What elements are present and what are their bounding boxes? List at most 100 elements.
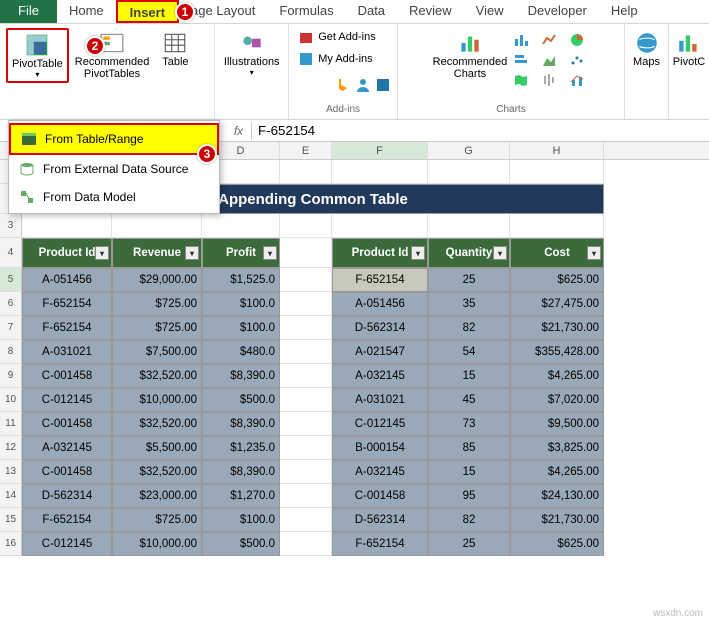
row-header[interactable]: 13: [0, 460, 22, 484]
table-cell[interactable]: C-001458: [22, 364, 112, 388]
table-cell[interactable]: $24,130.00: [510, 484, 604, 508]
tab-view[interactable]: View: [464, 0, 516, 23]
row-header[interactable]: 12: [0, 436, 22, 460]
recommended-charts-button[interactable]: Recommended Charts: [429, 28, 512, 82]
from-table-range-item[interactable]: From Table/Range: [9, 123, 219, 155]
table-cell[interactable]: $625.00: [510, 268, 604, 292]
table-cell[interactable]: $625.00: [510, 532, 604, 556]
table-cell[interactable]: $1,235.0: [202, 436, 280, 460]
table-cell[interactable]: $3,825.00: [510, 436, 604, 460]
table-header[interactable]: Product Id▾: [22, 238, 112, 268]
table-cell[interactable]: 82: [428, 316, 510, 340]
table-cell[interactable]: $355,428.00: [510, 340, 604, 364]
table-cell[interactable]: A-031021: [22, 340, 112, 364]
col-h[interactable]: H: [510, 142, 604, 159]
table-cell[interactable]: $480.0: [202, 340, 280, 364]
bing-icon[interactable]: [335, 77, 351, 93]
row-header[interactable]: 8: [0, 340, 22, 364]
tab-page-layout[interactable]: age Layout: [179, 0, 267, 23]
table-cell[interactable]: $32,520.00: [112, 460, 202, 484]
illustrations-button[interactable]: Illustrations ▾: [220, 28, 284, 79]
cell[interactable]: [428, 214, 510, 238]
table-cell[interactable]: F-652154: [332, 268, 428, 292]
chart-bar-icon[interactable]: [513, 52, 529, 68]
chart-pie-icon[interactable]: [569, 32, 585, 48]
cell[interactable]: [280, 160, 332, 184]
table-cell[interactable]: D-562314: [332, 508, 428, 532]
get-addins-button[interactable]: Get Add-ins: [295, 28, 391, 46]
table-cell[interactable]: $5,500.00: [112, 436, 202, 460]
table-header[interactable]: Revenue▾: [112, 238, 202, 268]
filter-dropdown-icon[interactable]: ▾: [185, 246, 199, 260]
cell[interactable]: [280, 508, 332, 532]
table-cell[interactable]: $23,000.00: [112, 484, 202, 508]
table-cell[interactable]: 82: [428, 508, 510, 532]
table-cell[interactable]: $21,730.00: [510, 316, 604, 340]
table-cell[interactable]: $32,520.00: [112, 364, 202, 388]
from-external-item[interactable]: From External Data Source: [9, 155, 219, 183]
cell[interactable]: [280, 532, 332, 556]
row-header[interactable]: 10: [0, 388, 22, 412]
cell[interactable]: [280, 268, 332, 292]
row-header[interactable]: 11: [0, 412, 22, 436]
table-cell[interactable]: $725.00: [112, 508, 202, 532]
table-cell[interactable]: C-012145: [22, 388, 112, 412]
col-g[interactable]: G: [428, 142, 510, 159]
table-cell[interactable]: $100.0: [202, 508, 280, 532]
cell[interactable]: [428, 160, 510, 184]
chart-area-icon[interactable]: [541, 52, 557, 68]
table-cell[interactable]: $9,500.00: [510, 412, 604, 436]
cell[interactable]: [332, 214, 428, 238]
table-cell[interactable]: $27,475.00: [510, 292, 604, 316]
tab-home[interactable]: Home: [57, 0, 116, 23]
table-cell[interactable]: $4,265.00: [510, 460, 604, 484]
table-cell[interactable]: D-562314: [332, 316, 428, 340]
table-cell[interactable]: A-032145: [332, 460, 428, 484]
fx-icon[interactable]: fx: [226, 122, 252, 140]
table-cell[interactable]: A-031021: [332, 388, 428, 412]
chart-stock-icon[interactable]: [541, 72, 557, 88]
row-header[interactable]: 14: [0, 484, 22, 508]
table-cell[interactable]: $10,000.00: [112, 532, 202, 556]
tab-help[interactable]: Help: [599, 0, 650, 23]
table-header[interactable]: Product Id▾: [332, 238, 428, 268]
row-header[interactable]: 4: [0, 238, 22, 268]
table-cell[interactable]: $7,020.00: [510, 388, 604, 412]
table-header[interactable]: Profit▾: [202, 238, 280, 268]
table-cell[interactable]: C-001458: [22, 412, 112, 436]
table-cell[interactable]: 45: [428, 388, 510, 412]
cell[interactable]: [510, 214, 604, 238]
table-header[interactable]: Quantity▾: [428, 238, 510, 268]
table-cell[interactable]: $725.00: [112, 292, 202, 316]
table-cell[interactable]: D-562314: [22, 484, 112, 508]
table-cell[interactable]: 25: [428, 268, 510, 292]
cell[interactable]: [280, 340, 332, 364]
table-cell[interactable]: C-012145: [332, 412, 428, 436]
table-cell[interactable]: 95: [428, 484, 510, 508]
table-cell[interactable]: C-001458: [22, 460, 112, 484]
table-button[interactable]: Table: [155, 28, 195, 83]
tab-data[interactable]: Data: [346, 0, 397, 23]
cell[interactable]: [280, 214, 332, 238]
maps-button[interactable]: Maps: [627, 28, 667, 70]
table-header[interactable]: Cost▾: [510, 238, 604, 268]
cell[interactable]: [332, 160, 428, 184]
cell[interactable]: [280, 388, 332, 412]
chart-map-icon[interactable]: [513, 72, 529, 88]
tab-insert[interactable]: Insert: [116, 0, 179, 23]
tab-formulas[interactable]: Formulas: [267, 0, 345, 23]
cell[interactable]: [22, 214, 112, 238]
table-cell[interactable]: A-051456: [22, 268, 112, 292]
cell[interactable]: [510, 160, 604, 184]
tab-file[interactable]: File: [0, 0, 57, 23]
pivotchart-button[interactable]: PivotC: [669, 28, 709, 70]
col-f[interactable]: F: [332, 142, 428, 159]
table-cell[interactable]: $10,000.00: [112, 388, 202, 412]
filter-dropdown-icon[interactable]: ▾: [263, 246, 277, 260]
table-cell[interactable]: F-652154: [22, 316, 112, 340]
filter-dropdown-icon[interactable]: ▾: [95, 246, 109, 260]
table-cell[interactable]: C-012145: [22, 532, 112, 556]
tab-developer[interactable]: Developer: [516, 0, 599, 23]
table-cell[interactable]: $500.0: [202, 388, 280, 412]
table-cell[interactable]: $7,500.00: [112, 340, 202, 364]
